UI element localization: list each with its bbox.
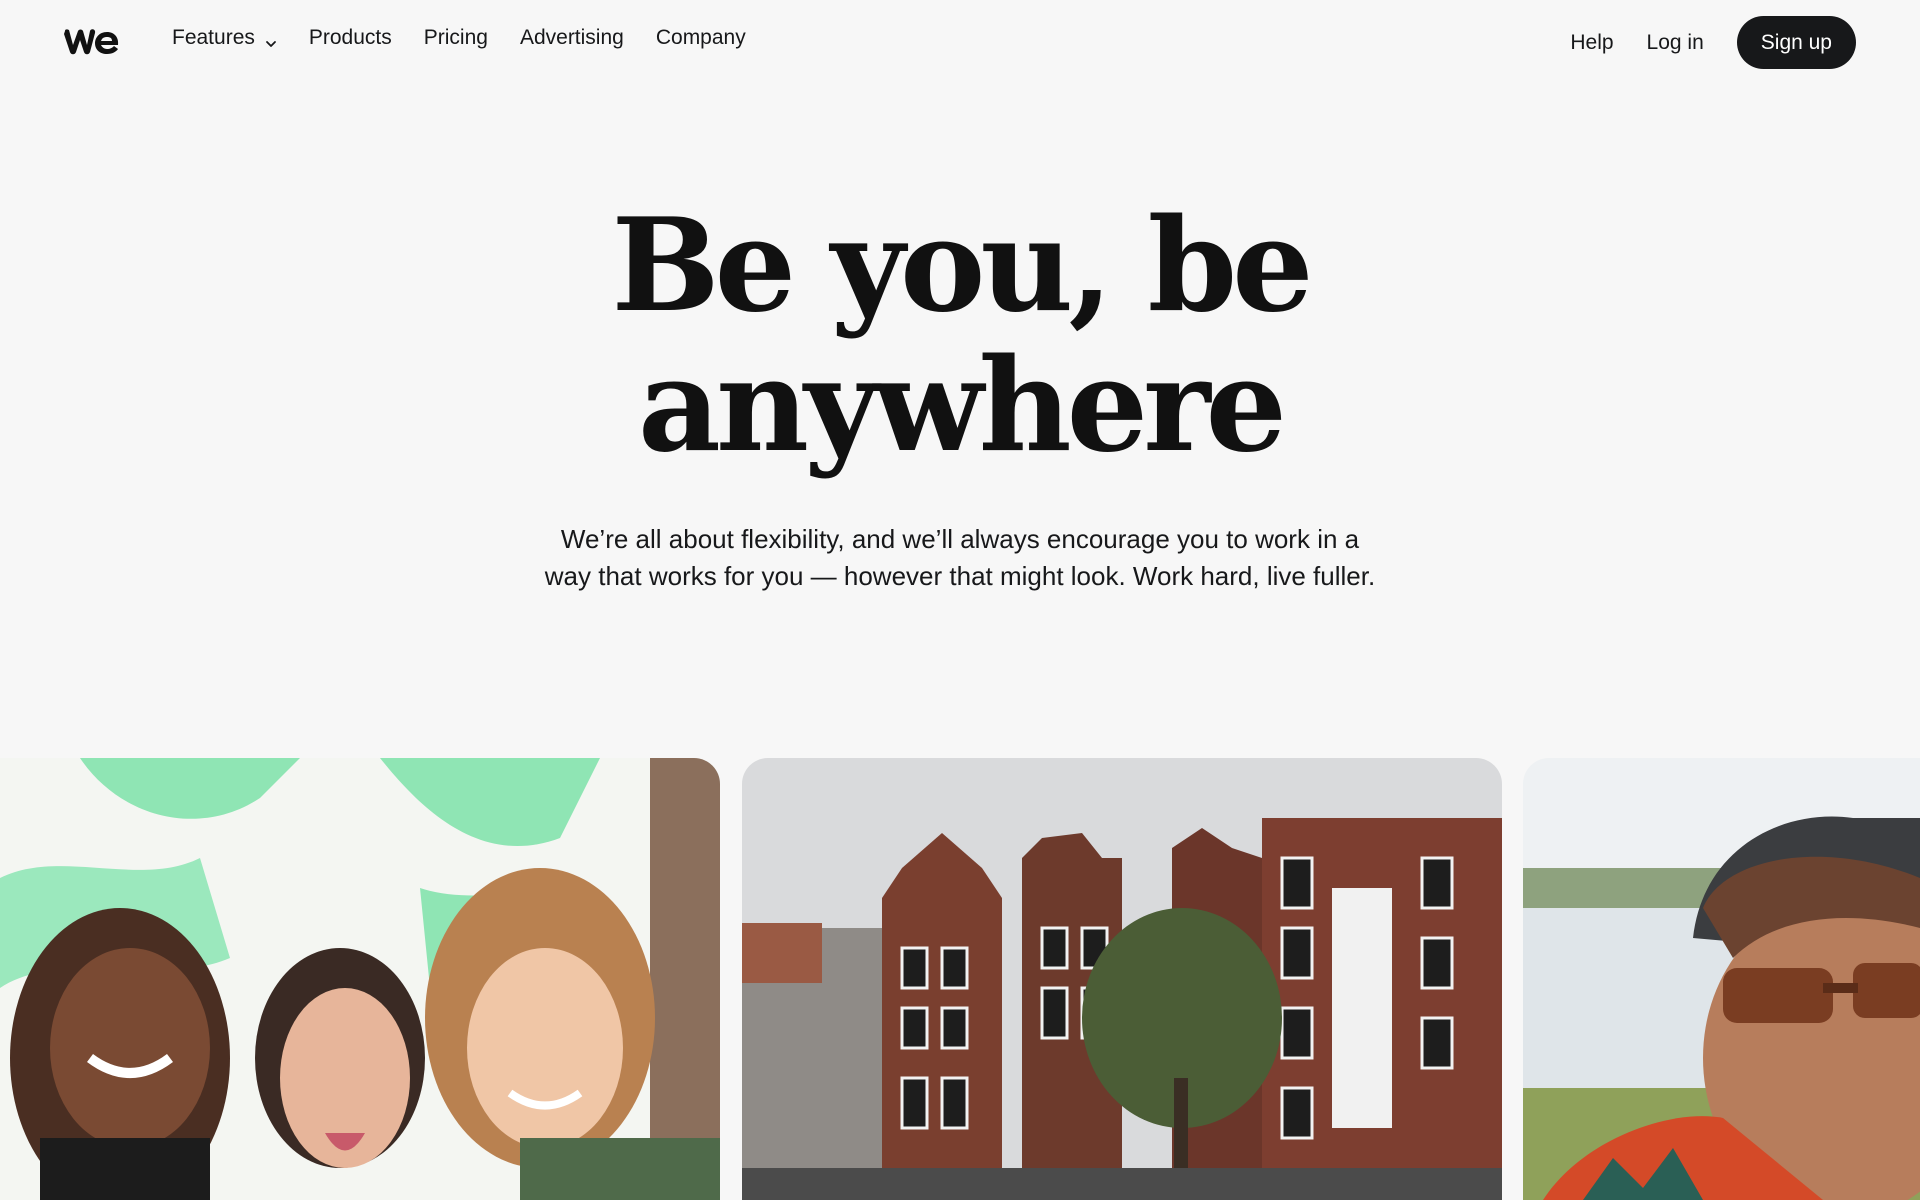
nav-products[interactable]: Products (309, 26, 392, 50)
nav-pricing[interactable]: Pricing (424, 26, 488, 50)
photo-card-friends (0, 758, 720, 1200)
main-menu: Features Products Pricing Advertising Co… (172, 26, 746, 50)
logo-icon[interactable] (63, 27, 119, 57)
hero-title-line-1: Be you, be (611, 191, 1313, 341)
nav-features-label: Features (172, 26, 255, 49)
nav-advertising[interactable]: Advertising (520, 26, 624, 50)
nav-company[interactable]: Company (656, 26, 746, 50)
photo-card-sunglasses (1523, 758, 1920, 1200)
hero-subtitle-line-2: way that works for you — however that mi… (544, 561, 1376, 591)
hero-subtitle: We’re all about flexibility, and we’ll a… (510, 521, 1410, 595)
account-actions: Help Log in Sign up (1570, 16, 1856, 69)
chevron-down-icon (265, 32, 277, 47)
top-navigation: Features Products Pricing Advertising Co… (0, 0, 1920, 84)
signup-button[interactable]: Sign up (1736, 16, 1856, 69)
nav-features[interactable]: Features (172, 26, 277, 50)
login-link[interactable]: Log in (1647, 31, 1704, 55)
help-link[interactable]: Help (1570, 31, 1613, 55)
hero-subtitle-line-1: We’re all about flexibility, and we’ll a… (560, 524, 1360, 554)
photo-card-amsterdam (742, 758, 1502, 1200)
hero-title-line-2: anywhere (638, 331, 1287, 481)
hero-title: Be you, be anywhere (0, 196, 1920, 476)
